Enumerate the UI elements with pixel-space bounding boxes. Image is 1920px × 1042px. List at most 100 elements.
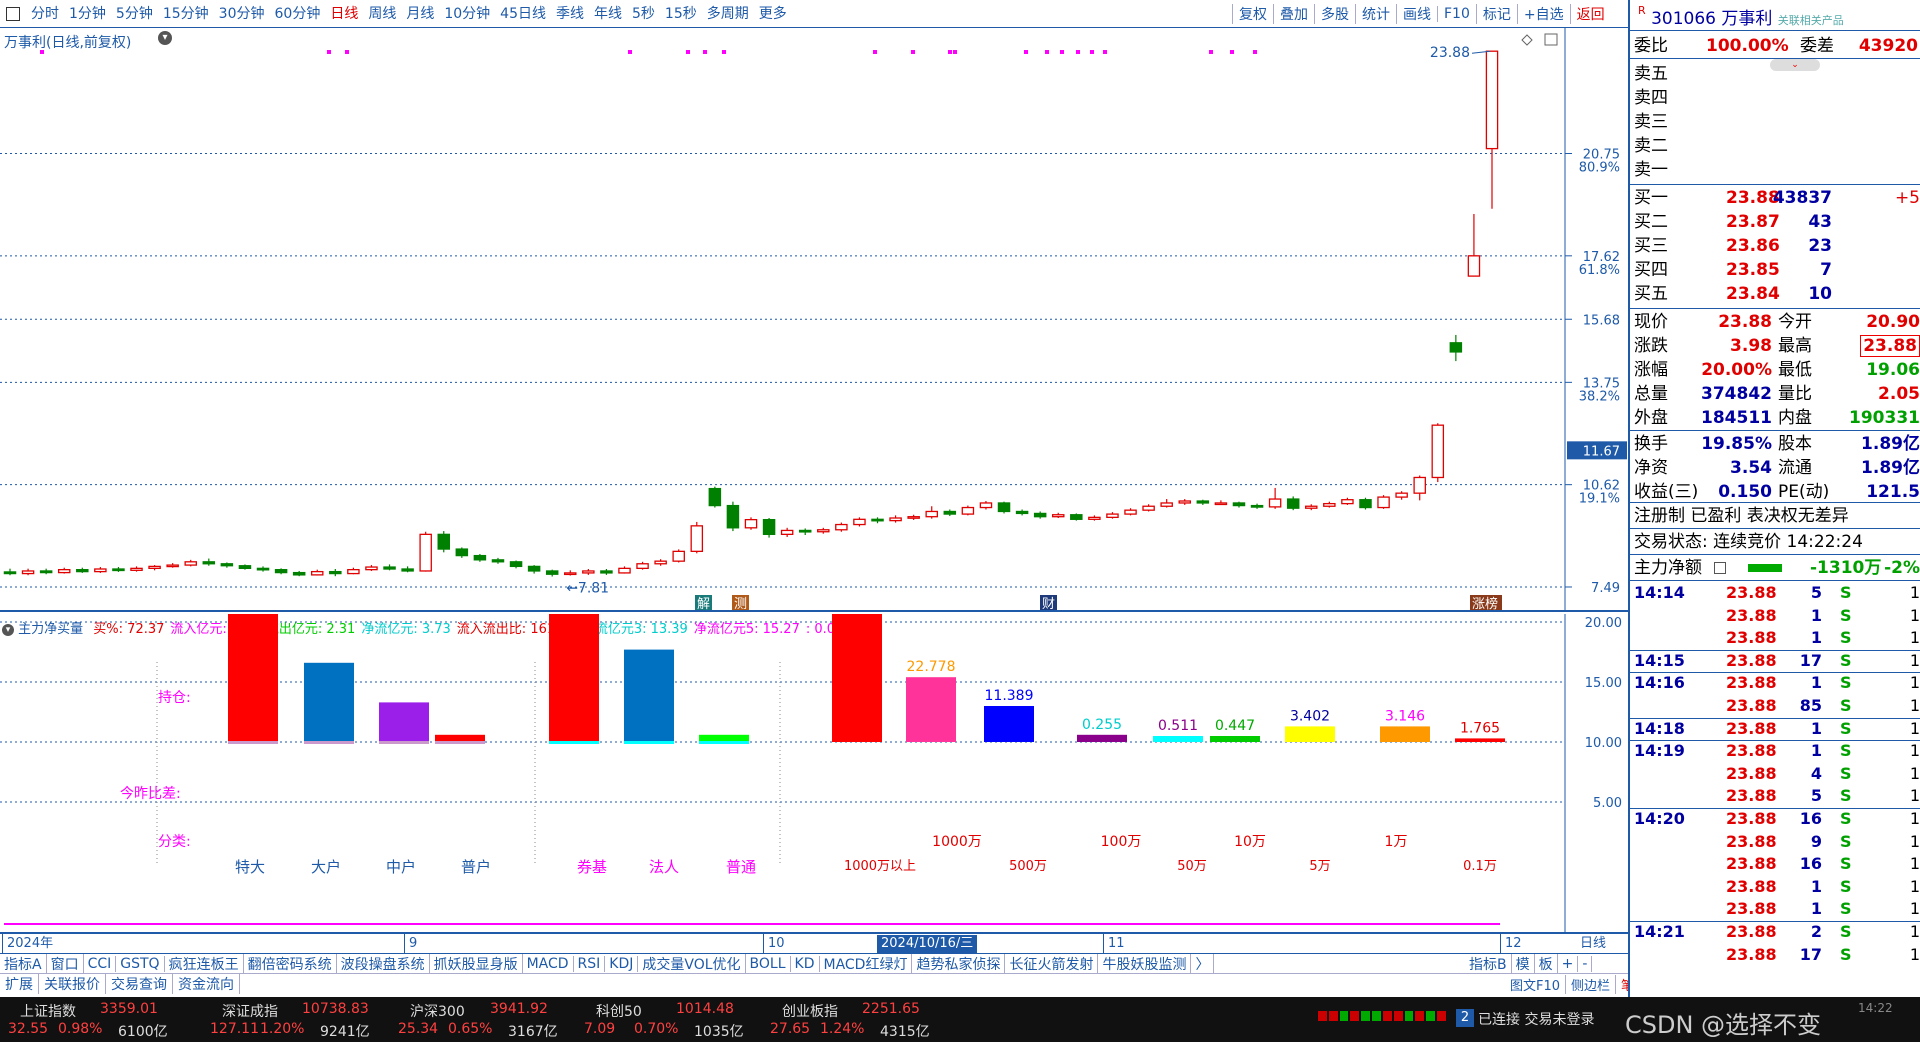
buy-level-row[interactable]: 买二 23.87 43	[1630, 210, 1920, 234]
toolbar-button[interactable]: 复权	[1232, 3, 1273, 24]
candle-body[interactable]	[1106, 513, 1119, 519]
candle-body[interactable]	[148, 565, 161, 569]
fund-bar[interactable]	[1455, 738, 1505, 742]
tick-trade-row[interactable]: 14:18 23.88 1 S 1	[1630, 717, 1920, 740]
candle-body[interactable]	[1214, 502, 1228, 506]
candle-body[interactable]	[94, 568, 107, 573]
indicator-tab[interactable]: 窗口	[47, 954, 84, 973]
candle-body[interactable]	[1449, 342, 1463, 353]
period-tab[interactable]: 5分钟	[111, 6, 158, 22]
period-tab[interactable]: 15秒	[660, 6, 702, 22]
side-tab[interactable]: 图文F10	[1505, 974, 1567, 994]
candle-body[interactable]	[618, 567, 631, 574]
tick-trade-row[interactable]: 23.88 9 S 1	[1630, 831, 1920, 853]
panel-toggle-icon[interactable]	[1544, 33, 1558, 46]
indicator-tab[interactable]: 成交量VOL优化	[638, 954, 746, 973]
side-tab[interactable]: 侧边栏	[1566, 974, 1617, 994]
candle-body[interactable]	[1124, 509, 1137, 515]
candle-body[interactable]	[419, 533, 432, 572]
candle-body[interactable]	[1467, 255, 1481, 277]
period-tab[interactable]: 1分钟	[64, 6, 111, 22]
candle-body[interactable]	[1196, 500, 1210, 504]
candle-body[interactable]	[509, 561, 523, 568]
index-quote[interactable]: 上证指数 3359.01 32.55 0.98% 6100亿	[8, 999, 198, 1041]
candle-body[interactable]	[184, 561, 197, 566]
index-quote[interactable]: 沪深300 3941.92 25.34 0.65% 3167亿	[398, 999, 588, 1041]
indicator-chart[interactable]: ▾ 主力净买量 买%: 72.37流入亿元: 6.04流出亿元: 2.31净流亿…	[0, 614, 1628, 934]
candle-body[interactable]	[762, 518, 776, 536]
indicator-tab[interactable]: MACD	[523, 955, 574, 972]
candle-body[interactable]	[853, 518, 866, 526]
buy-level-row[interactable]: 买三 23.86 23	[1630, 234, 1920, 258]
fund-bar[interactable]	[1210, 736, 1260, 742]
candle-body[interactable]	[473, 554, 487, 561]
function-tab[interactable]: 交易查询	[106, 974, 173, 994]
buy-level-row[interactable]: 买一 23.88 43837 +5	[1630, 186, 1920, 210]
diamond-icon[interactable]	[1521, 34, 1533, 46]
candle-body[interactable]	[256, 567, 270, 571]
tick-trade-row[interactable]: 14:14 23.88 5 S 1	[1630, 582, 1920, 604]
indicator-tab[interactable]: BOLL	[746, 955, 791, 972]
candle-body[interactable]	[238, 565, 252, 569]
candle-body[interactable]	[310, 570, 324, 576]
connection-status[interactable]: 已连接 交易未登录	[1478, 1009, 1594, 1029]
index-quote[interactable]: 创业板指 2251.65 27.65 1.24% 4315亿	[770, 999, 960, 1041]
index-quote[interactable]: 科创50 1014.48 7.09 0.70% 1035亿	[584, 999, 774, 1041]
period-tab[interactable]: 更多	[754, 6, 792, 22]
tick-trade-row[interactable]: 23.88 4 S 1	[1630, 763, 1920, 785]
holding-bar[interactable]	[304, 662, 354, 742]
tick-trade-row[interactable]: 14:15 23.88 17 S 1	[1630, 649, 1920, 672]
candle-body[interactable]	[1377, 496, 1390, 509]
candle-body[interactable]	[1268, 498, 1282, 508]
indicator-tab[interactable]: KDJ	[605, 955, 639, 972]
period-tab[interactable]: 周线	[363, 6, 401, 22]
period-tab[interactable]: 5秒	[627, 6, 660, 22]
indicator-tab[interactable]: MACD红绿灯	[820, 954, 913, 973]
candle-body[interactable]	[57, 569, 71, 574]
list-icon[interactable]	[1714, 562, 1726, 574]
candle-body[interactable]	[39, 570, 53, 574]
candle-body[interactable]	[708, 487, 722, 507]
candle-body[interactable]	[1232, 502, 1246, 507]
fund-bar[interactable]	[832, 614, 882, 742]
toolbar-button[interactable]: 多股	[1314, 3, 1355, 24]
period-tab[interactable]: 30分钟	[214, 6, 270, 22]
candle-body[interactable]	[961, 506, 975, 515]
function-tab[interactable]: 资金流向	[173, 974, 240, 994]
fund-bar[interactable]	[1285, 726, 1335, 742]
candle-body[interactable]	[220, 563, 234, 567]
candle-body[interactable]	[130, 567, 143, 571]
candle-body[interactable]	[1160, 502, 1173, 507]
candle-body[interactable]	[1178, 500, 1192, 504]
candle-body[interactable]	[780, 529, 794, 536]
period-tab[interactable]: 45日线	[495, 6, 551, 22]
buy-level-row[interactable]: 买五 23.84 10	[1630, 282, 1920, 306]
indicator-tab-right[interactable]: +	[1558, 956, 1579, 972]
function-tab[interactable]: 扩展	[0, 974, 39, 994]
candle-body[interactable]	[636, 563, 649, 569]
holding-bar[interactable]	[549, 614, 599, 742]
candle-body[interactable]	[1051, 514, 1065, 518]
candle-body[interactable]	[491, 559, 505, 563]
candle-body[interactable]	[112, 568, 125, 572]
fund-bar[interactable]	[984, 706, 1034, 742]
candle-body[interactable]	[871, 518, 884, 522]
candle-body[interactable]	[835, 523, 848, 531]
candle-body[interactable]	[690, 525, 704, 552]
candle-body[interactable]	[1341, 499, 1354, 505]
tick-trade-row[interactable]: 23.88 5 S 1	[1630, 785, 1920, 807]
indicator-tab[interactable]: CCI	[84, 955, 117, 972]
period-tab[interactable]: 年线	[589, 6, 627, 22]
indicator-tab[interactable]: 牛股妖股监测	[1098, 954, 1192, 973]
indicator-tab[interactable]: 指标A	[0, 954, 47, 973]
candle-body[interactable]	[943, 510, 957, 515]
candle-body[interactable]	[292, 571, 306, 576]
candle-body[interactable]	[907, 516, 920, 519]
candle-body[interactable]	[1305, 505, 1318, 509]
fund-bar[interactable]	[906, 677, 956, 742]
holding-bar[interactable]	[699, 734, 749, 742]
candle-body[interactable]	[21, 570, 35, 575]
candle-body[interactable]	[798, 529, 812, 533]
candle-body[interactable]	[347, 569, 360, 575]
candle-body[interactable]	[455, 548, 469, 557]
